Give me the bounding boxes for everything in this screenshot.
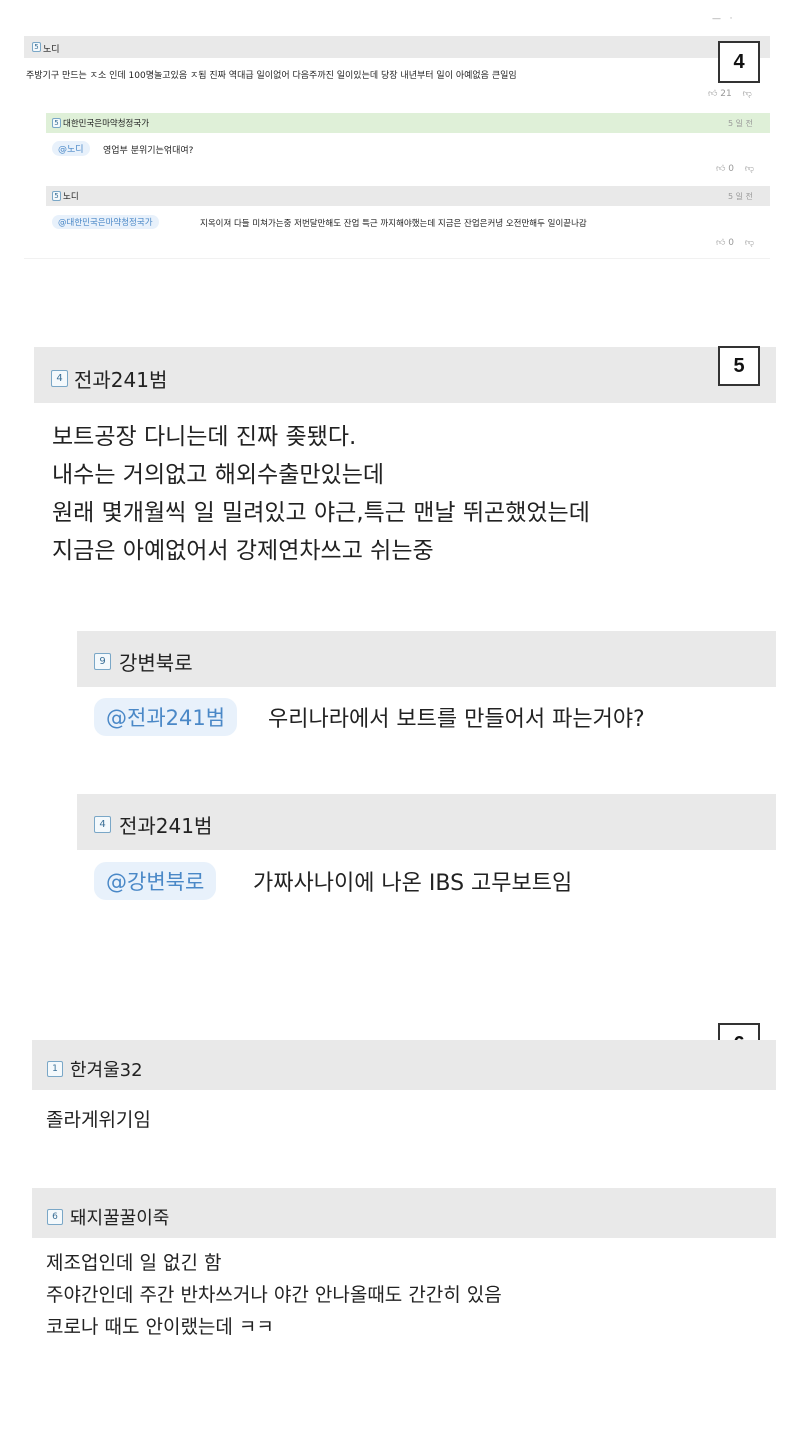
level-icon: 6 xyxy=(47,1209,63,1225)
comment-body: 제조업인데 일 없긴 함 주야간인데 주간 반차쓰거나 야간 안나올때도 간간히… xyxy=(46,1247,502,1343)
level-icon: 5 xyxy=(52,191,61,201)
reply-author[interactable]: 노디 xyxy=(63,190,79,202)
level-icon: 1 xyxy=(47,1061,63,1077)
comment-text: 주방기구 만드는 ㅈ소 인데 100명놀고있음 ㅈ됨 진짜 역대급 일이없어 다… xyxy=(26,71,517,81)
level-icon: 9 xyxy=(94,653,111,670)
comment-author[interactable]: 노디 xyxy=(43,42,60,55)
reply-timestamp: 5 일 전 xyxy=(728,119,753,128)
reply-author[interactable]: 대한민국은마약청정국가 xyxy=(63,117,149,129)
level-icon: 5 xyxy=(52,118,61,128)
reply-actions: 👍︎ 0 👎︎ xyxy=(716,238,754,248)
like-count: 0 xyxy=(728,164,735,174)
section-number-badge: 4 xyxy=(718,41,760,83)
reply-text: 영업부 분위기는얶대여? xyxy=(103,146,194,156)
section-bottom-edge xyxy=(24,258,770,259)
comment-line: 주야간인데 주간 반차쓰거나 야간 안나올때도 간간히 있음 xyxy=(46,1284,502,1306)
comment-author[interactable]: 전과241범 xyxy=(74,364,167,393)
comment-author[interactable]: 돼지꿀꿀이죽 xyxy=(70,1204,169,1230)
reply-author[interactable]: 강변북로 xyxy=(119,647,193,676)
thumbs-down-icon[interactable]: 👎︎ xyxy=(743,89,752,99)
mention-tag[interactable]: @강변북로 xyxy=(94,862,217,900)
top-cutoff-marks: — · xyxy=(712,14,733,24)
comment-header xyxy=(24,36,770,58)
reply-actions: 👍︎ 0 👎︎ xyxy=(716,164,754,174)
comment-body: 보트공장 다니는데 진짜 좆됐다. 내수는 거의없고 해외수출만있는데 원래 몇… xyxy=(52,418,590,570)
section-number-badge: 5 xyxy=(718,346,760,386)
reply-text: 우리나라에서 보트를 만들어서 파는거야? xyxy=(268,707,645,732)
thumbs-up-icon[interactable]: 👍︎ xyxy=(716,164,725,174)
reply-header xyxy=(46,186,770,206)
comment-line: 내수는 거의없고 해외수출만있는데 xyxy=(52,462,385,488)
comment-line: 원래 몇개월씩 일 밀려있고 야근,특근 맨날 뛰곤했었는데 xyxy=(52,500,590,526)
comment-header xyxy=(32,1040,776,1090)
comment-line: 제조업인데 일 없긴 함 xyxy=(46,1252,222,1274)
mention-tag[interactable]: @전과241범 xyxy=(94,698,238,736)
level-icon: 5 xyxy=(32,42,41,52)
comment-line: 지금은 아예없어서 강제연차쓰고 쉬는중 xyxy=(52,538,434,564)
comment-line: 졸라게위기임 xyxy=(46,1109,151,1131)
comment-author[interactable]: 한겨울32 xyxy=(70,1056,143,1082)
like-count: 21 xyxy=(720,89,732,99)
reply-timestamp: 5 일 전 xyxy=(728,192,753,201)
comment-actions: 👍︎ 21 👎︎ xyxy=(708,89,752,99)
reply-text: 가짜사나이에 나온 IBS 고무보트임 xyxy=(253,871,573,896)
thumbs-down-icon[interactable]: 👎︎ xyxy=(745,164,754,174)
thumbs-down-icon[interactable]: 👎︎ xyxy=(745,238,754,248)
thumbs-up-icon[interactable]: 👍︎ xyxy=(708,89,717,99)
thumbs-up-icon[interactable]: 👍︎ xyxy=(716,238,725,248)
reply-text: 지옥이져 다들 미쳐가는중 저번달만해도 잔업 특근 까지해야했는데 지금은 잔… xyxy=(200,219,587,229)
comment-body: 졸라게위기임 xyxy=(46,1105,151,1135)
level-icon: 4 xyxy=(51,370,68,387)
level-icon: 4 xyxy=(94,816,111,833)
mention-tag[interactable]: @대한민국은마약청정국가 xyxy=(52,215,159,229)
reply-header xyxy=(46,113,770,133)
like-count: 0 xyxy=(728,238,735,248)
reply-author[interactable]: 전과241범 xyxy=(119,810,212,839)
mention-tag[interactable]: @노디 xyxy=(52,141,90,156)
comment-line: 보트공장 다니는데 진짜 좆됐다. xyxy=(52,424,357,450)
comment-line: 코로나 때도 안이랬는데 ㅋㅋ xyxy=(46,1316,274,1338)
